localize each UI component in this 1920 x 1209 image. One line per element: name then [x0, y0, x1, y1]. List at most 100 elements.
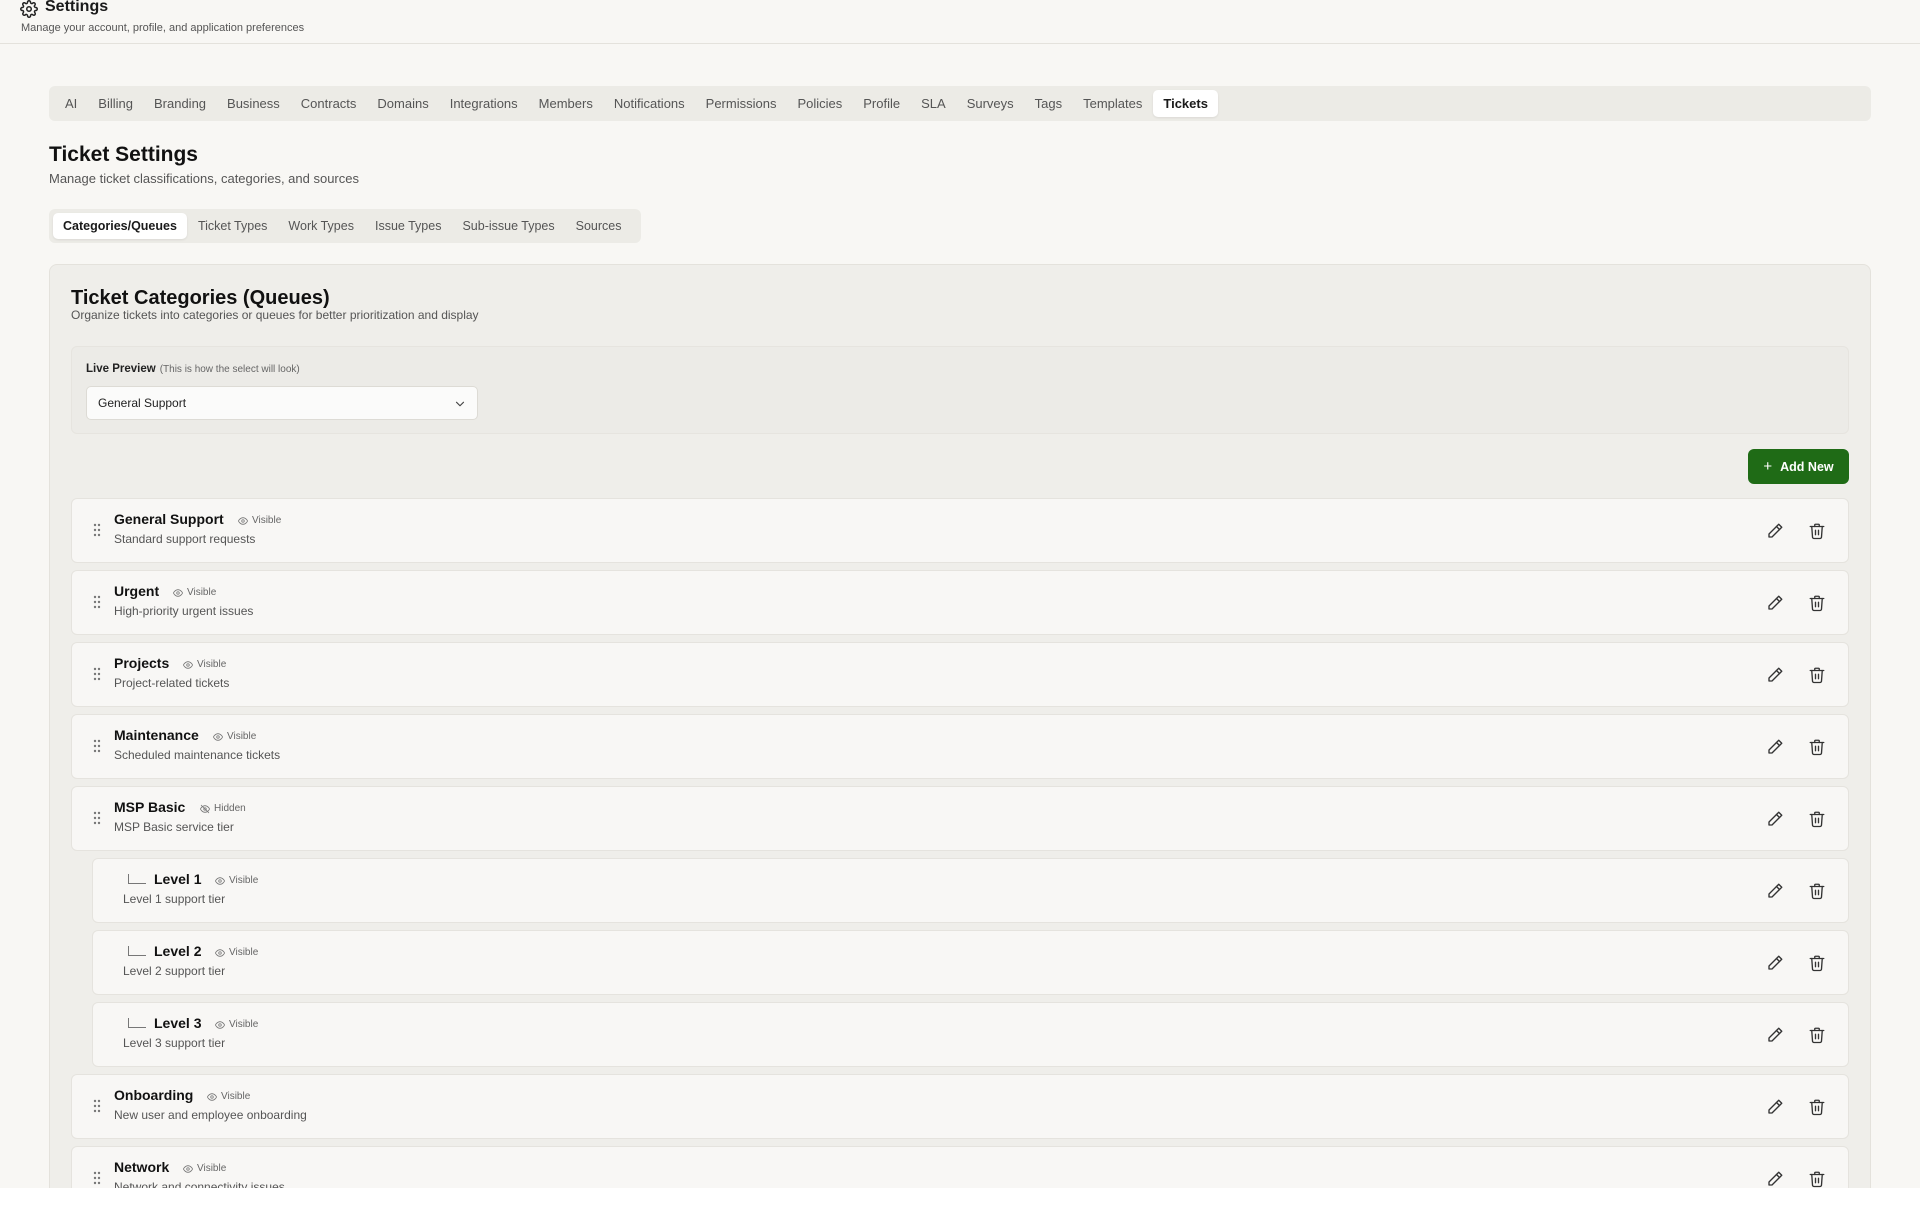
subtab-sources[interactable]: Sources: [566, 213, 632, 239]
category-row-level-2[interactable]: Level 2 Visible Level 2 support tier: [92, 930, 1849, 995]
drag-handle-icon[interactable]: [93, 739, 101, 753]
tab-tags[interactable]: Tags: [1025, 90, 1072, 117]
tab-business[interactable]: Business: [217, 90, 290, 117]
eye-icon: [183, 660, 197, 670]
pencil-icon: [1766, 595, 1784, 616]
subtab-issue-types[interactable]: Issue Types: [365, 213, 451, 239]
tab-templates[interactable]: Templates: [1073, 90, 1152, 117]
app-title: Settings: [45, 0, 109, 15]
preview-select-value: General Support: [98, 396, 187, 410]
pencil-icon: [1766, 1099, 1784, 1120]
status-label: Visible: [227, 731, 257, 742]
tab-integrations[interactable]: Integrations: [440, 90, 528, 117]
add-new-button[interactable]: + Add New: [1748, 449, 1849, 484]
tree-branch-icon: [128, 1018, 146, 1028]
eye-icon: [215, 1020, 229, 1030]
tab-domains[interactable]: Domains: [367, 90, 438, 117]
category-description: Level 2 support tier: [123, 964, 226, 978]
tab-contracts[interactable]: Contracts: [291, 90, 367, 117]
eye-icon: [238, 516, 252, 526]
tab-profile[interactable]: Profile: [853, 90, 910, 117]
plus-icon: +: [1763, 458, 1773, 475]
tab-members[interactable]: Members: [529, 90, 603, 117]
edit-button[interactable]: [1766, 1098, 1784, 1116]
delete-button[interactable]: [1808, 1026, 1826, 1044]
trash-icon: [1808, 667, 1826, 688]
tab-notifications[interactable]: Notifications: [604, 90, 695, 117]
category-name: Urgent: [114, 583, 160, 599]
category-name: Projects: [114, 655, 170, 671]
pencil-icon: [1766, 523, 1784, 544]
preview-select[interactable]: General Support: [86, 386, 478, 420]
pencil-icon: [1766, 667, 1784, 688]
trash-icon: [1808, 811, 1826, 832]
delete-button[interactable]: [1808, 882, 1826, 900]
status-badge: Visible: [183, 659, 226, 670]
edit-button[interactable]: [1766, 1026, 1784, 1044]
category-row-urgent[interactable]: Urgent Visible High-priority urgent issues: [71, 570, 1849, 635]
category-row-network[interactable]: Network Visible Network and connectivity i…: [71, 1146, 1849, 1188]
tab-billing[interactable]: Billing: [88, 90, 143, 117]
drag-handle-icon[interactable]: [93, 523, 101, 537]
edit-button[interactable]: [1766, 738, 1784, 756]
live-preview-hint: (This is how the select will look): [159, 364, 300, 375]
category-row-level-3[interactable]: Level 3 Visible Level 3 support tier: [92, 1002, 1849, 1067]
subtab-work-types[interactable]: Work Types: [278, 213, 364, 239]
drag-handle-icon[interactable]: [93, 667, 101, 681]
delete-button[interactable]: [1808, 1098, 1826, 1116]
pencil-icon: [1766, 955, 1784, 976]
delete-button[interactable]: [1808, 594, 1826, 612]
drag-handle-icon[interactable]: [93, 811, 101, 825]
tab-branding[interactable]: Branding: [144, 90, 216, 117]
edit-button[interactable]: [1766, 1170, 1784, 1188]
tab-tickets[interactable]: Tickets: [1153, 90, 1218, 117]
eye-icon: [215, 948, 229, 958]
category-description: Level 3 support tier: [123, 1036, 226, 1050]
drag-handle-icon[interactable]: [93, 1171, 101, 1185]
tab-permissions[interactable]: Permissions: [696, 90, 787, 117]
subtab-categories-queues[interactable]: Categories/Queues: [53, 213, 187, 239]
edit-button[interactable]: [1766, 954, 1784, 972]
drag-handle-icon[interactable]: [93, 595, 101, 609]
status-badge: Visible: [215, 875, 258, 886]
trash-icon: [1808, 595, 1826, 616]
edit-button[interactable]: [1766, 522, 1784, 540]
eye-icon: [207, 1092, 221, 1102]
tab-ai[interactable]: AI: [55, 90, 87, 117]
subtab-ticket-types[interactable]: Ticket Types: [188, 213, 277, 239]
pencil-icon: [1766, 1027, 1784, 1048]
add-new-label: Add New: [1780, 459, 1834, 474]
tab-sla[interactable]: SLA: [911, 90, 956, 117]
tab-policies[interactable]: Policies: [787, 90, 852, 117]
category-description: Standard support requests: [114, 532, 256, 546]
trash-icon: [1808, 1027, 1826, 1048]
category-row-level-1[interactable]: Level 1 Visible Level 1 support tier: [92, 858, 1849, 923]
settings-tab-bar: AI Billing Branding Business Contracts Domain…: [49, 86, 1871, 121]
category-row-onboarding[interactable]: Onboarding Visible New user and employee o…: [71, 1074, 1849, 1139]
delete-button[interactable]: [1808, 954, 1826, 972]
status-badge: Visible: [215, 1019, 258, 1030]
delete-button[interactable]: [1808, 810, 1826, 828]
category-name: Maintenance: [114, 727, 199, 743]
status-badge: Visible: [238, 515, 281, 526]
edit-button[interactable]: [1766, 594, 1784, 612]
trash-icon: [1808, 739, 1826, 760]
subtab-sub-issue-types[interactable]: Sub-issue Types: [452, 213, 564, 239]
delete-button[interactable]: [1808, 522, 1826, 540]
delete-button[interactable]: [1808, 738, 1826, 756]
edit-button[interactable]: [1766, 666, 1784, 684]
edit-button[interactable]: [1766, 810, 1784, 828]
category-row-maintenance[interactable]: Maintenance Visible Scheduled maintenance …: [71, 714, 1849, 779]
tab-surveys[interactable]: Surveys: [957, 90, 1024, 117]
delete-button[interactable]: [1808, 666, 1826, 684]
status-badge: Visible: [173, 587, 216, 598]
category-row-general-support[interactable]: General Support Visible Standard support r…: [71, 498, 1849, 563]
category-row-projects[interactable]: Projects Visible Project-related tickets: [71, 642, 1849, 707]
status-label: Visible: [229, 875, 259, 886]
category-name: MSP Basic: [114, 799, 186, 815]
delete-button[interactable]: [1808, 1170, 1826, 1188]
eye-icon: [213, 732, 227, 742]
edit-button[interactable]: [1766, 882, 1784, 900]
category-row-msp-basic[interactable]: MSP Basic Hidden MSP Basic service tier: [71, 786, 1849, 851]
drag-handle-icon[interactable]: [93, 1099, 101, 1113]
